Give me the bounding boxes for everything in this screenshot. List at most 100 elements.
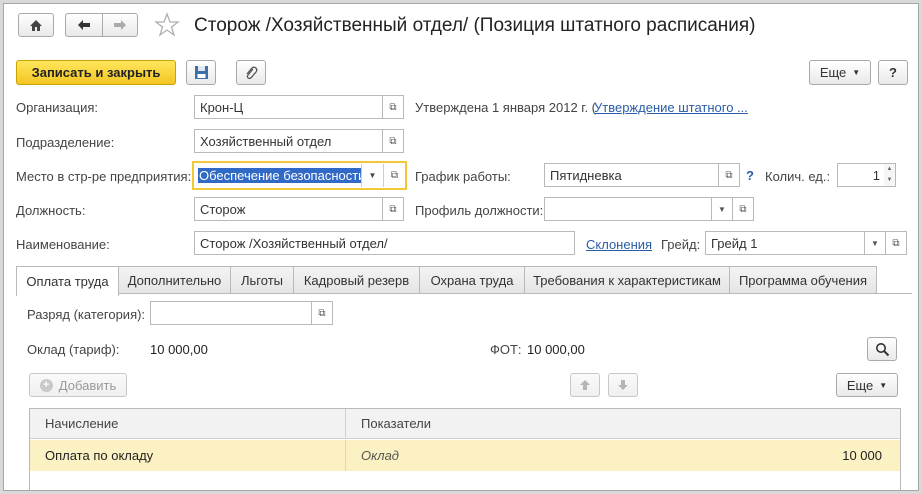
chevron-down-icon: ▼ <box>879 380 888 390</box>
work-schedule-open-button[interactable]: ⧉ <box>718 163 740 187</box>
column-header-indicators[interactable]: Показатели <box>361 409 661 438</box>
work-schedule-help-icon[interactable]: ? <box>746 168 754 183</box>
work-schedule-field[interactable]: Пятидневка <box>544 163 719 187</box>
quantity-stepper[interactable]: ▲ ▼ <box>884 163 896 187</box>
favorite-star-icon[interactable] <box>154 12 180 38</box>
open-icon: ⧉ <box>390 170 399 181</box>
structure-place-value: Обеспечение безопасности <box>198 168 362 183</box>
department-field[interactable]: Хозяйственный отдел <box>194 129 383 153</box>
structure-place-open-button[interactable]: ⧉ <box>383 164 405 187</box>
add-circle-icon: + <box>39 378 53 392</box>
grade-field[interactable]: Грейд 1 <box>705 231 865 255</box>
column-header-accrual[interactable]: Начисление <box>45 409 345 438</box>
chevron-down-icon: ▼ <box>368 171 377 180</box>
help-button[interactable]: ? <box>878 60 908 85</box>
salary-label: Оклад (тариф): <box>27 342 120 357</box>
fot-label: ФОТ: <box>490 342 522 357</box>
name-field[interactable]: Сторож /Хозяйственный отдел/ <box>194 231 575 255</box>
chevron-down-icon: ▼ <box>718 204 726 214</box>
move-up-button[interactable] <box>570 373 600 397</box>
arrow-down-icon <box>618 380 628 390</box>
chevron-down-icon: ▼ <box>852 68 861 77</box>
tab-labor-protection[interactable]: Охрана труда <box>419 266 525 294</box>
tab-requirements[interactable]: Требования к характеристикам <box>524 266 730 294</box>
department-open-button[interactable]: ⧉ <box>382 129 404 153</box>
window-title: Сторож /Хозяйственный отдел/ (Позиция шт… <box>194 15 756 36</box>
tab-personnel-reserve[interactable]: Кадровый резерв <box>293 266 420 294</box>
quantity-field[interactable]: 1 <box>837 163 885 187</box>
search-button[interactable] <box>867 337 897 361</box>
grade-label: Грейд: <box>661 237 701 252</box>
floppy-disk-icon <box>194 66 208 79</box>
organization-open-button[interactable]: ⧉ <box>382 95 404 119</box>
grade-dropdown-button[interactable]: ▼ <box>864 231 886 255</box>
declensions-link[interactable]: Склонения <box>586 237 652 252</box>
organization-label: Организация: <box>16 100 99 115</box>
approval-document-link[interactable]: Утверждение штатного ... <box>594 100 748 115</box>
home-icon <box>30 19 42 31</box>
grade-open-button[interactable]: ⧉ <box>885 231 907 255</box>
arrow-left-icon <box>78 20 90 30</box>
document-window: Сторож /Хозяйственный отдел/ (Позиция шт… <box>3 3 919 491</box>
open-icon: ⧉ <box>725 169 733 181</box>
home-button[interactable] <box>18 13 54 37</box>
add-button-label: Добавить <box>58 377 117 393</box>
open-icon: ⧉ <box>892 237 900 249</box>
structure-place-label: Место в стр-ре предприятия: <box>16 169 192 184</box>
position-profile-label: Профиль должности: <box>415 203 544 218</box>
column-divider <box>345 440 346 471</box>
approved-text: Утверждена 1 января 2012 г. ( <box>415 100 596 115</box>
forward-button[interactable] <box>102 13 138 37</box>
chevron-down-icon: ▼ <box>871 238 879 248</box>
tab-additional[interactable]: Дополнительно <box>118 266 231 294</box>
position-label: Должность: <box>16 203 86 218</box>
save-button[interactable] <box>186 60 216 85</box>
organization-field[interactable]: Крон-Ц <box>194 95 383 119</box>
grid-more-label: Еще <box>846 377 874 393</box>
indicator-cell: Оклад <box>361 448 399 463</box>
stepper-down-icon[interactable]: ▼ <box>884 175 895 186</box>
attach-button[interactable] <box>236 60 266 85</box>
position-profile-open-button[interactable]: ⧉ <box>732 197 754 221</box>
more-button-label: Еще <box>819 65 847 80</box>
position-profile-field[interactable] <box>544 197 712 221</box>
department-label: Подразделение: <box>16 135 115 150</box>
rank-open-button[interactable]: ⧉ <box>311 301 333 325</box>
quantity-label: Колич. ед.: <box>765 169 831 184</box>
amount-cell: 10 000 <box>842 448 882 463</box>
salary-value: 10 000,00 <box>150 342 208 357</box>
arrow-right-icon <box>114 20 126 30</box>
tab-payment[interactable]: Оплата труда <box>16 266 119 296</box>
quantity-value: 1 <box>872 167 880 183</box>
rank-label: Разряд (категория): <box>27 307 146 322</box>
more-button[interactable]: Еще ▼ <box>809 60 871 85</box>
arrow-up-icon <box>580 380 590 390</box>
name-label: Наименование: <box>16 237 110 252</box>
tab-training-program[interactable]: Программа обучения <box>729 266 877 294</box>
work-schedule-label: График работы: <box>415 169 511 184</box>
add-button[interactable]: + Добавить <box>29 373 127 397</box>
grid-more-button[interactable]: Еще ▼ <box>836 373 898 397</box>
back-button[interactable] <box>65 13 103 37</box>
structure-place-dropdown-button[interactable]: ▼ <box>361 164 383 187</box>
table-header: Начисление Показатели <box>30 409 900 439</box>
rank-field[interactable] <box>150 301 312 325</box>
table-row[interactable]: Оплата по окладу Оклад 10 000 <box>30 440 900 471</box>
open-icon: ⧉ <box>389 203 397 215</box>
move-down-button[interactable] <box>608 373 638 397</box>
save-and-close-button[interactable]: Записать и закрыть <box>16 60 176 85</box>
tab-benefits[interactable]: Льготы <box>230 266 294 294</box>
stepper-up-icon[interactable]: ▲ <box>884 164 895 175</box>
column-divider <box>345 409 346 439</box>
open-icon: ⧉ <box>389 135 397 147</box>
paperclip-icon <box>246 66 258 79</box>
accruals-table: Начисление Показатели Оплата по окладу О… <box>29 408 901 490</box>
magnifier-icon <box>875 342 889 356</box>
position-open-button[interactable]: ⧉ <box>382 197 404 221</box>
position-field[interactable]: Сторож <box>194 197 383 221</box>
position-profile-dropdown-button[interactable]: ▼ <box>711 197 733 221</box>
accrual-cell: Оплата по окладу <box>45 448 154 463</box>
open-icon: ⧉ <box>739 203 747 215</box>
open-icon: ⧉ <box>389 101 397 113</box>
open-icon: ⧉ <box>318 307 326 319</box>
